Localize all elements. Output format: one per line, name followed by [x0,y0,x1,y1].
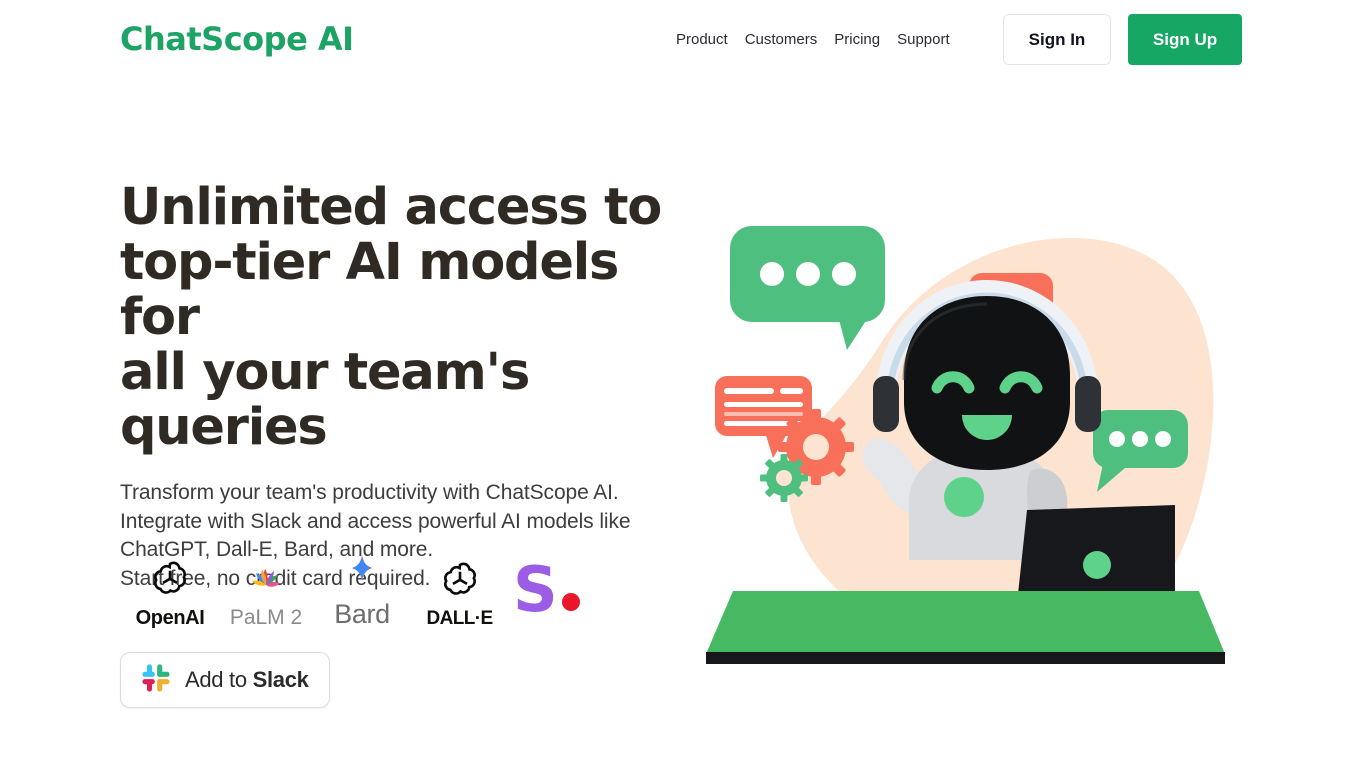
green-speech-bubble-top-left [730,226,885,350]
partner-stability: S [507,553,587,630]
openai-knot-icon [149,558,191,605]
add-to-slack-label: Add to Slack [185,667,309,693]
partner-dalle-label: DALL·E [426,608,493,629]
partner-openai: OpenAI [120,558,220,630]
robot-chat-hero-illustration [697,180,1242,725]
stability-s-icon: S [511,553,583,628]
nav-item-product[interactable]: Product [676,30,728,50]
auth-buttons: Sign In Sign Up [1003,14,1242,65]
hero-title-line-2: top-tier AI models for [120,233,619,347]
partner-palm2: PaLM 2 [220,559,312,630]
hero-title-line-3: all your team's queries [120,343,530,457]
hero-content: Unlimited access to top-tier AI models f… [120,180,700,593]
svg-text:S: S [513,557,558,623]
landing-page: ChatScope AI Product Customers Pricing S… [0,0,1360,764]
palm-pinwheel-icon [246,559,286,604]
add-to-slack-prefix: Add to [185,667,253,692]
add-to-slack-brand: Slack [252,667,309,692]
nav-item-pricing[interactable]: Pricing [834,30,880,50]
partner-palm2-label: PaLM 2 [229,606,303,629]
partner-bard-label: Bard [334,599,390,629]
slack-icon [139,661,173,700]
partner-logo-row: OpenAI PaLM 2 Bard DALL·E S [120,552,587,630]
bard-sparkle-icon [342,552,382,597]
hero-sub-line-1: Transform your team's productivity with … [120,481,619,504]
nav-item-support[interactable]: Support [897,30,950,50]
hero-sub-line-2: Integrate with Slack and access powerful… [120,509,631,533]
site-header: ChatScope AI Product Customers Pricing S… [0,0,1360,80]
sign-in-button[interactable]: Sign In [1003,14,1111,65]
partner-dalle: DALL·E [412,559,507,630]
openai-knot-icon [439,559,481,606]
green-desk [706,591,1225,664]
sign-up-button[interactable]: Sign Up [1128,14,1242,65]
partner-openai-label: OpenAI [135,607,205,629]
nav-item-customers[interactable]: Customers [745,30,818,50]
hero-title-line-1: Unlimited access to [120,178,662,237]
partner-bard: Bard [312,552,412,630]
main-navigation: Product Customers Pricing Support [676,30,950,50]
add-to-slack-button[interactable]: Add to Slack [120,652,330,708]
brand-logo[interactable]: ChatScope AI [120,19,354,59]
page-title: Unlimited access to top-tier AI models f… [120,180,700,455]
